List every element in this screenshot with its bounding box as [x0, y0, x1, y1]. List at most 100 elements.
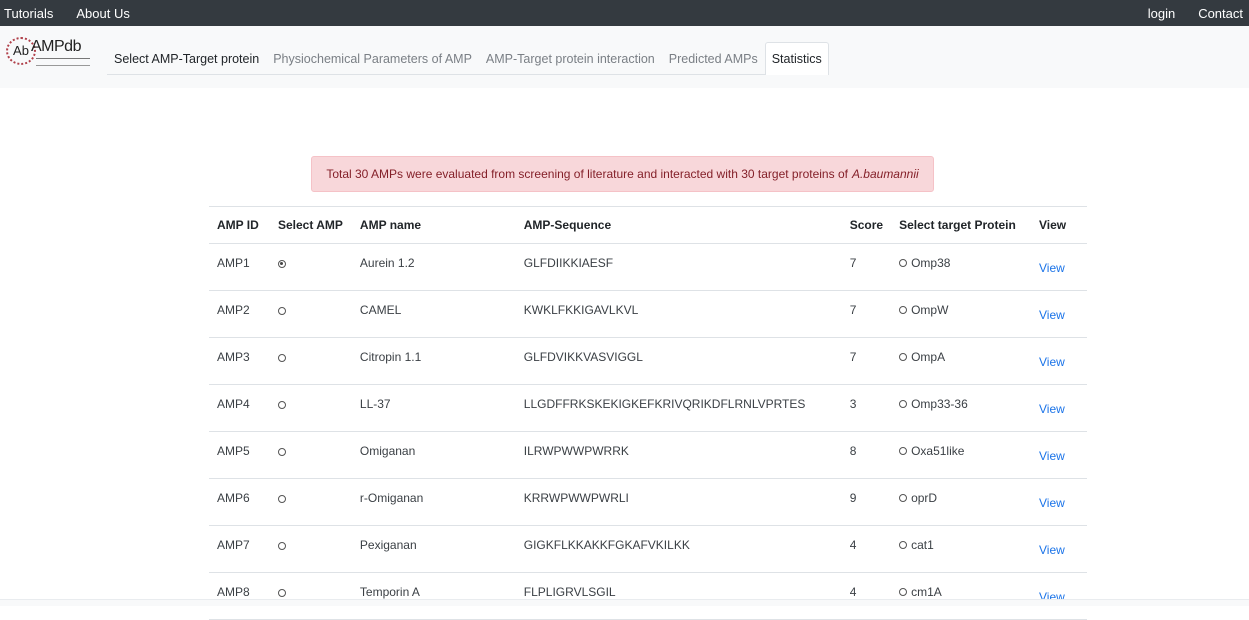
table-header-row: AMP ID Select AMP AMP name AMP-Sequence …: [209, 207, 1087, 244]
about-us-link[interactable]: About Us: [76, 6, 129, 21]
score-cell: 3: [842, 385, 891, 432]
amp-name-cell: Aurein 1.2: [352, 244, 516, 291]
view-link[interactable]: View: [1039, 402, 1065, 416]
select-target-radio[interactable]: [899, 400, 907, 408]
amp-name-cell: Pexiganan: [352, 526, 516, 573]
amp-id-cell: AMP6: [209, 479, 270, 526]
target-cell: Omp33-36: [891, 385, 1031, 432]
amp-name-cell: Temporin A: [352, 573, 516, 620]
select-target-radio[interactable]: [899, 306, 907, 314]
view-cell: View: [1031, 385, 1087, 432]
tab-amp-target-interaction[interactable]: AMP-Target protein interaction: [479, 42, 662, 74]
alert-text: Total 30 AMPs were evaluated from screen…: [326, 167, 848, 181]
amp-id-cell: AMP1: [209, 244, 270, 291]
select-amp-radio[interactable]: [278, 401, 286, 409]
select-amp-cell: [270, 479, 352, 526]
abampdb-logo[interactable]: Ab AMPdb: [6, 35, 94, 67]
header-view: View: [1031, 207, 1087, 244]
table-row: AMP1Aurein 1.2GLFDIIKKIAESF7Omp38View: [209, 244, 1087, 291]
target-label: Omp33-36: [911, 397, 968, 411]
target-cell: cat1: [891, 526, 1031, 573]
table-row: AMP5OmigananILRWPWWPWRRK8Oxa51likeView: [209, 432, 1087, 479]
view-cell: View: [1031, 244, 1087, 291]
score-cell: 7: [842, 244, 891, 291]
view-link[interactable]: View: [1039, 449, 1065, 463]
login-link[interactable]: login: [1148, 6, 1175, 21]
tutorials-link[interactable]: Tutorials: [4, 6, 53, 21]
header-select-amp: Select AMP: [270, 207, 352, 244]
select-target-radio[interactable]: [899, 259, 907, 267]
amp-id-cell: AMP3: [209, 338, 270, 385]
amp-sequence-cell: KWKLFKKIGAVLKVL: [516, 291, 842, 338]
target-cell: Omp38: [891, 244, 1031, 291]
select-amp-radio[interactable]: [278, 495, 286, 503]
target-cell: oprD: [891, 479, 1031, 526]
tab-select-amp-target[interactable]: Select AMP-Target protein: [107, 42, 266, 74]
view-cell: View: [1031, 291, 1087, 338]
tab-physiochemical-parameters[interactable]: Physiochemical Parameters of AMP: [266, 42, 479, 74]
table-row: AMP6 r-OmigananKRRWPWWPWRLI9 oprD View: [209, 479, 1087, 526]
amp-table: AMP ID Select AMP AMP name AMP-Sequence …: [209, 206, 1087, 620]
view-link[interactable]: View: [1039, 261, 1065, 275]
amp-id-cell: AMP5: [209, 432, 270, 479]
amp-table-container: AMP ID Select AMP AMP name AMP-Sequence …: [209, 206, 1087, 620]
view-link[interactable]: View: [1039, 496, 1065, 510]
contact-link[interactable]: Contact: [1198, 6, 1243, 21]
amp-sequence-cell: GLFDVIKKVASVIGGL: [516, 338, 842, 385]
select-target-radio[interactable]: [899, 447, 907, 455]
amp-id-cell: AMP4: [209, 385, 270, 432]
view-link[interactable]: View: [1039, 355, 1065, 369]
header-select-target: Select target Protein: [891, 207, 1031, 244]
amp-sequence-cell: KRRWPWWPWRLI: [516, 479, 842, 526]
target-label: Omp38: [911, 256, 950, 270]
select-amp-cell: [270, 573, 352, 620]
table-row: AMP4LL-37LLGDFFRKSKEKIGKEFKRIVQRIKDFLRNL…: [209, 385, 1087, 432]
target-cell: OmpA: [891, 338, 1031, 385]
score-cell: 4: [842, 573, 891, 620]
view-cell: View: [1031, 479, 1087, 526]
view-link[interactable]: View: [1039, 308, 1065, 322]
amp-sequence-cell: ILRWPWWPWRRK: [516, 432, 842, 479]
amp-id-cell: AMP7: [209, 526, 270, 573]
score-cell: 7: [842, 291, 891, 338]
select-amp-cell: [270, 338, 352, 385]
table-body: AMP1Aurein 1.2GLFDIIKKIAESF7Omp38ViewAMP…: [209, 244, 1087, 620]
select-amp-radio[interactable]: [278, 354, 286, 362]
top-nav-left: Tutorials About Us: [0, 6, 130, 21]
select-amp-radio[interactable]: [278, 542, 286, 550]
view-cell: View: [1031, 573, 1087, 620]
view-cell: View: [1031, 526, 1087, 573]
target-label: oprD: [911, 491, 937, 505]
table-row: AMP7PexigananGIGKFLKKAKKFGKAFVKILKK4cat1…: [209, 526, 1087, 573]
target-label: cat1: [911, 538, 934, 552]
amp-name-cell: LL-37: [352, 385, 516, 432]
select-target-radio[interactable]: [899, 494, 907, 502]
header-score: Score: [842, 207, 891, 244]
select-amp-cell: [270, 432, 352, 479]
select-amp-cell: [270, 291, 352, 338]
amp-sequence-cell: FLPLIGRVLSGIL: [516, 573, 842, 620]
target-cell: cm1A: [891, 573, 1031, 620]
select-amp-radio[interactable]: [278, 589, 286, 597]
logo-wordmark: AMPdb: [31, 38, 81, 56]
amp-name-cell: r-Omiganan: [352, 479, 516, 526]
tab-statistics[interactable]: Statistics: [765, 42, 829, 75]
select-target-radio[interactable]: [899, 541, 907, 549]
summary-alert: Total 30 AMPs were evaluated from screen…: [311, 156, 934, 192]
score-cell: 9: [842, 479, 891, 526]
select-amp-cell: [270, 385, 352, 432]
amp-name-cell: Omiganan: [352, 432, 516, 479]
select-target-radio[interactable]: [899, 588, 907, 596]
select-amp-radio[interactable]: [278, 260, 286, 268]
amp-name-cell: CAMEL: [352, 291, 516, 338]
top-navbar: Tutorials About Us login Contact: [0, 0, 1249, 26]
select-amp-radio[interactable]: [278, 448, 286, 456]
tab-predicted-amps[interactable]: Predicted AMPs: [662, 42, 765, 74]
score-cell: 8: [842, 432, 891, 479]
table-row: AMP8Temporin AFLPLIGRVLSGIL4cm1AView: [209, 573, 1087, 620]
select-target-radio[interactable]: [899, 353, 907, 361]
select-amp-cell: [270, 244, 352, 291]
view-link[interactable]: View: [1039, 543, 1065, 557]
page-bottom-edge: [0, 599, 1249, 606]
select-amp-radio[interactable]: [278, 307, 286, 315]
